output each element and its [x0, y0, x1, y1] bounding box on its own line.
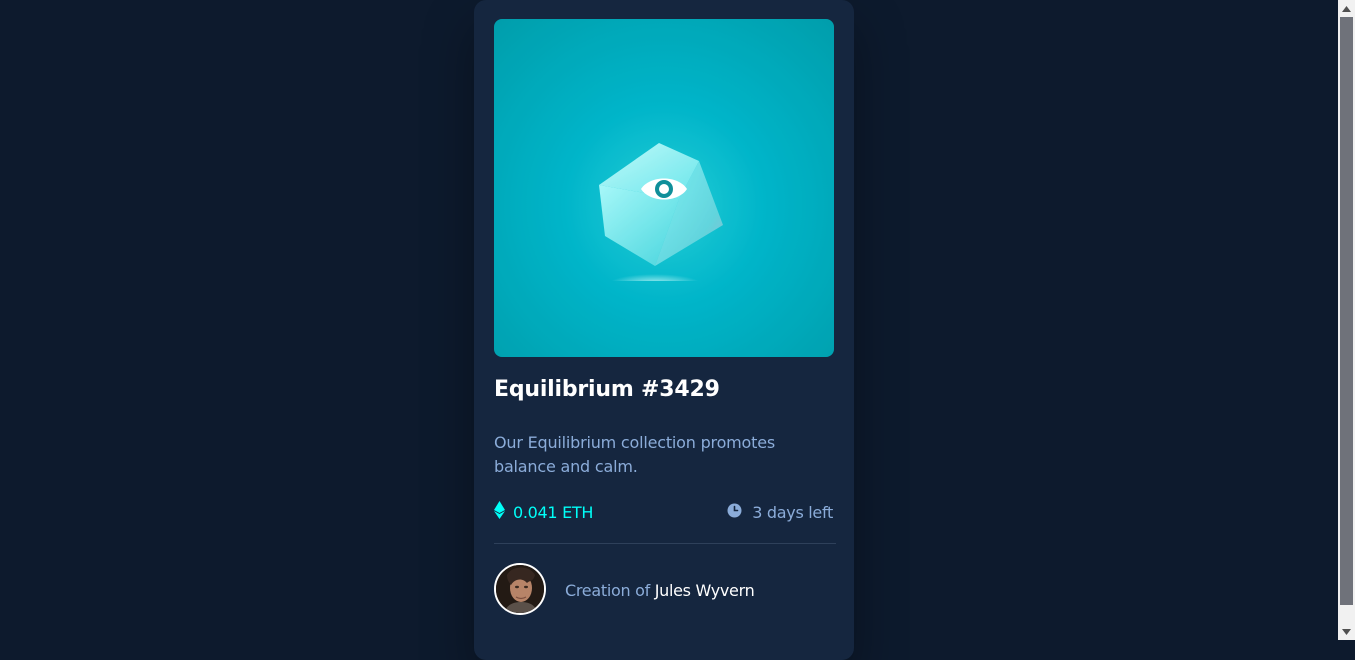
time-remaining: 3 days left	[727, 500, 833, 524]
ethereum-icon	[494, 501, 505, 523]
creator-prefix: Creation of	[565, 581, 650, 600]
nft-preview-card: Equilibrium #3429 Our Equilibrium collec…	[474, 0, 854, 660]
nft-title[interactable]: Equilibrium #3429	[494, 377, 720, 402]
eye-icon[interactable]	[640, 172, 688, 206]
chevron-up-icon[interactable]	[1338, 0, 1355, 17]
nft-description: Our Equilibrium collection promotes bala…	[494, 433, 775, 476]
chevron-down-icon[interactable]	[1338, 623, 1355, 640]
scroll-thumb[interactable]	[1340, 17, 1353, 605]
price-value: 0.041 ETH	[513, 502, 594, 522]
vertical-scrollbar[interactable]	[1338, 0, 1355, 640]
price: 0.041 ETH	[494, 500, 593, 524]
avatar	[494, 563, 546, 615]
divider	[494, 543, 836, 544]
clock-icon	[727, 503, 742, 522]
creator-attribution: Creation of Jules Wyvern	[565, 581, 755, 600]
nft-image-preview[interactable]	[494, 19, 834, 357]
creator-name-link[interactable]: Jules Wyvern	[655, 581, 755, 600]
time-left-value: 3 days left	[752, 502, 833, 522]
